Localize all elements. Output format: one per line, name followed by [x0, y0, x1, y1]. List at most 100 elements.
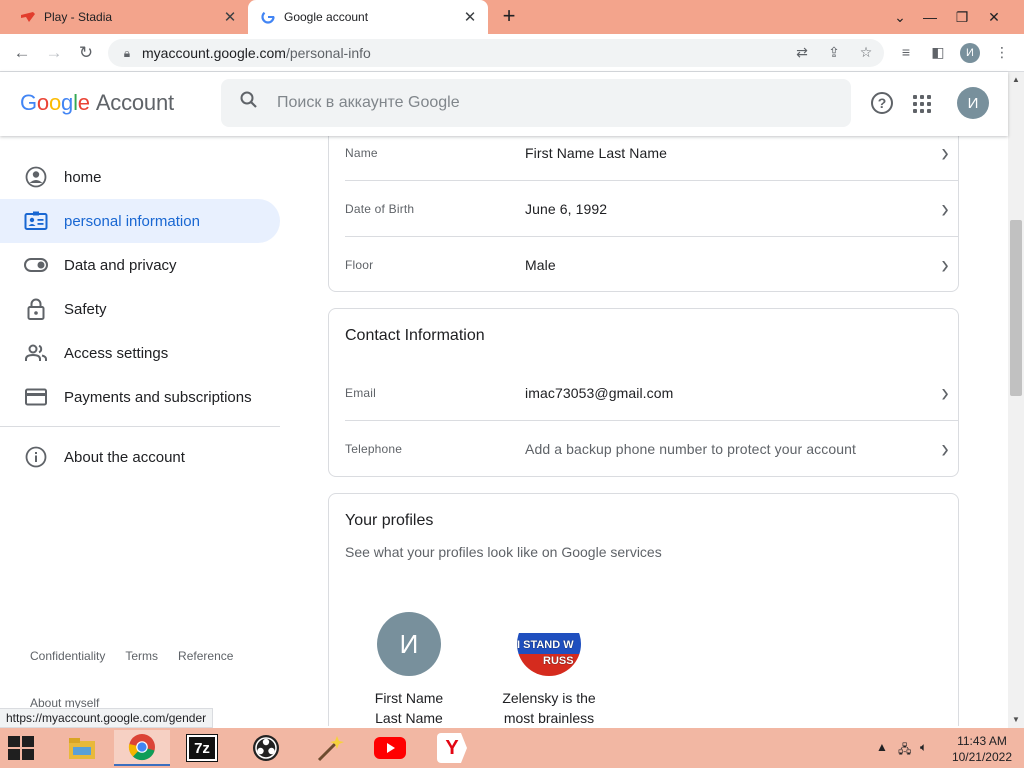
scroll-down-arrow-icon[interactable]: ▼ — [1008, 712, 1024, 728]
profiles-card: Your profiles See what your profiles loo… — [328, 493, 959, 726]
row-label: Floor — [345, 258, 374, 272]
google-logo-text: Google — [20, 90, 90, 115]
name-row[interactable]: Name First Name Last Name › — [345, 136, 959, 181]
windows-start-icon[interactable] — [8, 736, 38, 760]
tab-google-account[interactable]: Google account ✕ — [248, 0, 488, 34]
minimize-icon[interactable]: — — [914, 3, 946, 31]
sidebar-item-label: Data and privacy — [64, 256, 177, 274]
menu-kebab-icon[interactable]: ⋮ — [990, 40, 1014, 64]
scroll-thumb[interactable] — [1010, 220, 1022, 396]
google-account-logo[interactable]: Google Account — [20, 90, 174, 116]
card-title: Your profiles — [345, 512, 434, 529]
search-icon[interactable] — [221, 90, 277, 116]
side-navigation: home personal information Data and priva… — [0, 136, 290, 726]
system-clock[interactable]: 11:43 AM 10/21/2022 — [952, 733, 1012, 765]
profile-name-line: First Name — [374, 690, 444, 706]
sidebar-item-home[interactable]: home — [0, 155, 280, 199]
reference-link[interactable]: Reference — [178, 649, 233, 663]
address-bar[interactable]: 🔒︎ myaccount.google.com/personal-info — [108, 39, 884, 67]
forward-icon[interactable]: → — [40, 39, 68, 67]
row-value: imac73053@gmail.com — [525, 384, 674, 401]
row-label: Date of Birth — [345, 201, 415, 216]
page-scrollbar[interactable]: ▲ ▼ — [1008, 72, 1024, 728]
row-label: Email — [345, 385, 377, 400]
restore-icon[interactable]: ❐ — [946, 3, 978, 31]
card-subtitle: See what your profiles look like on Goog… — [345, 544, 662, 560]
sidebar-item-label: About the account — [64, 448, 185, 466]
apps-grid-icon[interactable] — [913, 95, 931, 113]
google-icon — [260, 9, 276, 25]
youtube-icon[interactable] — [362, 730, 418, 766]
tab-stadia[interactable]: Play - Stadia ✕ — [0, 0, 248, 34]
sidebar-item-access-settings[interactable]: Access settings — [0, 331, 280, 375]
clock-date: 10/21/2022 — [951, 750, 1012, 764]
file-explorer-icon[interactable] — [54, 730, 110, 766]
tray-expand-icon[interactable]: ▲ — [876, 740, 888, 754]
bookmark-star-icon[interactable]: ☆ — [854, 40, 878, 64]
url-text: myaccount.google.com/personal-info — [142, 45, 371, 61]
close-tab-icon[interactable]: ✕ — [222, 9, 238, 26]
lock-icon — [24, 297, 48, 321]
birthday-row[interactable]: Date of Birth June 6, 1992 › — [345, 181, 959, 237]
terms-link[interactable]: Terms — [125, 649, 158, 663]
info-icon — [24, 445, 48, 469]
close-window-icon[interactable]: ✕ — [978, 3, 1010, 31]
confidentiality-link[interactable]: Confidentiality — [30, 649, 105, 663]
sidebar-item-data-privacy[interactable]: Data and privacy — [0, 243, 280, 287]
avatar[interactable]: И — [957, 87, 989, 119]
profile-item[interactable]: И First Name Last Name — [334, 612, 484, 726]
people-icon — [24, 341, 48, 365]
sidebar-item-label: Safety — [64, 300, 107, 318]
help-icon[interactable]: ? — [871, 92, 893, 114]
browser-toolbar: ← → ↻ 🔒︎ myaccount.google.com/personal-i… — [0, 34, 1024, 72]
profile-name-line: Zelensky is the — [502, 690, 596, 706]
reading-list-icon[interactable]: ≡ — [894, 40, 918, 64]
browser-profile-avatar[interactable]: И — [960, 43, 980, 63]
profile-item[interactable]: I STAND W RUSS Zelensky is the most brai… — [474, 612, 624, 726]
magic-wand-icon[interactable] — [302, 730, 358, 766]
reload-icon[interactable]: ↻ — [72, 39, 100, 67]
sidebar-item-about-account[interactable]: About the account — [0, 435, 280, 479]
email-row[interactable]: Email imac73053@gmail.com › — [345, 365, 959, 421]
side-panel-icon[interactable]: ◧ — [926, 40, 950, 64]
telephone-row[interactable]: Telephone Add a backup phone number to p… — [345, 421, 959, 477]
share-icon[interactable]: ⇪ — [822, 40, 846, 64]
back-icon[interactable]: ← — [8, 39, 36, 67]
chevron-right-icon: › — [941, 249, 949, 280]
search-input[interactable] — [277, 94, 817, 112]
account-logo-text: Account — [95, 90, 174, 115]
tab-strip: Play - Stadia ✕ Google account ✕ + ⌄ — ❐… — [0, 0, 1024, 34]
7zip-icon[interactable]: 7z — [174, 730, 230, 766]
stadia-icon — [20, 9, 36, 25]
chevron-right-icon: › — [941, 433, 949, 464]
volume-icon[interactable]: 🔈︎ — [920, 740, 927, 755]
chrome-icon[interactable] — [114, 730, 170, 766]
avatar-text: RUSS — [543, 655, 574, 667]
translate-icon[interactable]: ⇄ — [790, 40, 814, 64]
sidebar-item-payments[interactable]: Payments and subscriptions — [0, 375, 280, 419]
tab-search-icon[interactable]: ⌄ — [884, 3, 916, 31]
scroll-up-arrow-icon[interactable]: ▲ — [1008, 72, 1024, 88]
avatar: I STAND W RUSS — [517, 612, 581, 676]
chevron-right-icon: › — [941, 192, 949, 223]
sidebar-item-label: Access settings — [64, 344, 169, 362]
sidebar-item-label: personal information — [64, 212, 200, 230]
gender-row[interactable]: Floor Male › — [345, 237, 959, 293]
close-tab-icon[interactable]: ✕ — [462, 9, 478, 26]
clock-time: 11:43 AM — [957, 734, 1007, 748]
row-value: Male — [525, 257, 556, 273]
status-url-bubble: https://myaccount.google.com/gender — [0, 708, 214, 728]
obs-icon[interactable] — [238, 730, 294, 766]
footer-links: Confidentiality Terms Reference — [30, 649, 233, 663]
row-value: Add a backup phone number to protect you… — [525, 441, 857, 457]
profile-name-line: Last Name — [375, 710, 443, 726]
network-icon[interactable]: 🖧︎ — [898, 740, 911, 761]
toggle-icon — [24, 253, 48, 277]
account-header: GoogleAccount ? И — [0, 72, 1008, 136]
yandex-browser-icon[interactable]: Y — [424, 730, 480, 766]
card-title: Contact Information — [345, 327, 485, 344]
sidebar-item-personal-information[interactable]: personal information — [0, 199, 280, 243]
tab-title: Play - Stadia — [44, 10, 113, 24]
new-tab-button[interactable]: + — [498, 5, 520, 28]
sidebar-item-safety[interactable]: Safety — [0, 287, 280, 331]
